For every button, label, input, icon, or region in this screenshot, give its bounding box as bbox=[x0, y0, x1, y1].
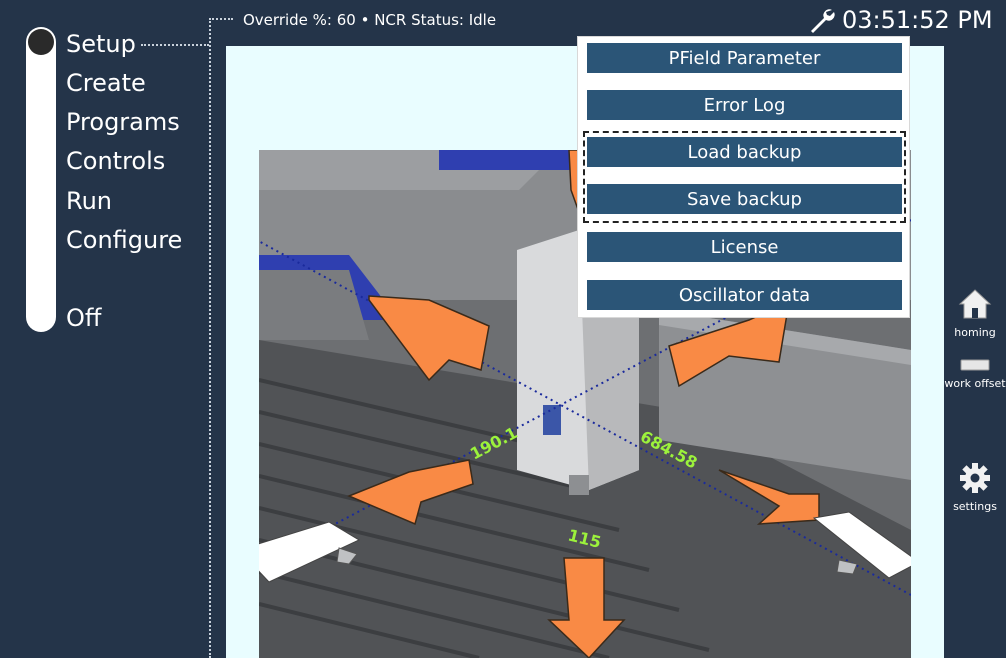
error-log-button[interactable]: Error Log bbox=[587, 90, 902, 120]
work-offset-icon bbox=[960, 359, 990, 371]
nav-connector-line bbox=[141, 44, 209, 46]
mode-slider-knob[interactable] bbox=[28, 29, 54, 55]
gear-icon bbox=[960, 463, 990, 493]
nav-item-controls[interactable]: Controls bbox=[66, 146, 165, 176]
mode-slider-track[interactable] bbox=[26, 27, 56, 332]
home-icon bbox=[958, 289, 992, 319]
machine-status-text: Override %: 60 • NCR Status: Idle bbox=[243, 11, 497, 29]
save-backup-button[interactable]: Save backup bbox=[587, 184, 902, 214]
setup-dropdown-menu: PField Parameter Error Log Load backup S… bbox=[577, 36, 910, 318]
oscillator-data-button[interactable]: Oscillator data bbox=[587, 280, 902, 310]
wrench-icon[interactable] bbox=[808, 6, 836, 34]
settings-button[interactable]: settings bbox=[944, 462, 1006, 513]
work-offset-button[interactable]: work offset bbox=[944, 356, 1006, 390]
settings-label: settings bbox=[953, 500, 997, 513]
load-backup-button[interactable]: Load backup bbox=[587, 137, 902, 167]
clock-time: 03:51:52 PM bbox=[842, 6, 993, 34]
pfield-parameter-button[interactable]: PField Parameter bbox=[587, 43, 902, 73]
nav-item-run[interactable]: Run bbox=[66, 186, 112, 216]
homing-label: homing bbox=[954, 326, 996, 339]
nav-item-off[interactable]: Off bbox=[66, 303, 101, 333]
nav-connector-vertical bbox=[209, 18, 211, 658]
homing-button[interactable]: homing bbox=[944, 288, 1006, 339]
nav-item-create[interactable]: Create bbox=[66, 68, 146, 98]
nav-item-configure[interactable]: Configure bbox=[66, 225, 182, 255]
license-button[interactable]: License bbox=[587, 232, 902, 262]
nav-connector-horizontal bbox=[209, 18, 233, 20]
work-offset-label: work offset bbox=[944, 377, 1006, 390]
nav-item-setup[interactable]: Setup bbox=[66, 29, 136, 59]
nav-item-programs[interactable]: Programs bbox=[66, 107, 180, 137]
clock: 03:51:52 PM bbox=[808, 6, 993, 34]
